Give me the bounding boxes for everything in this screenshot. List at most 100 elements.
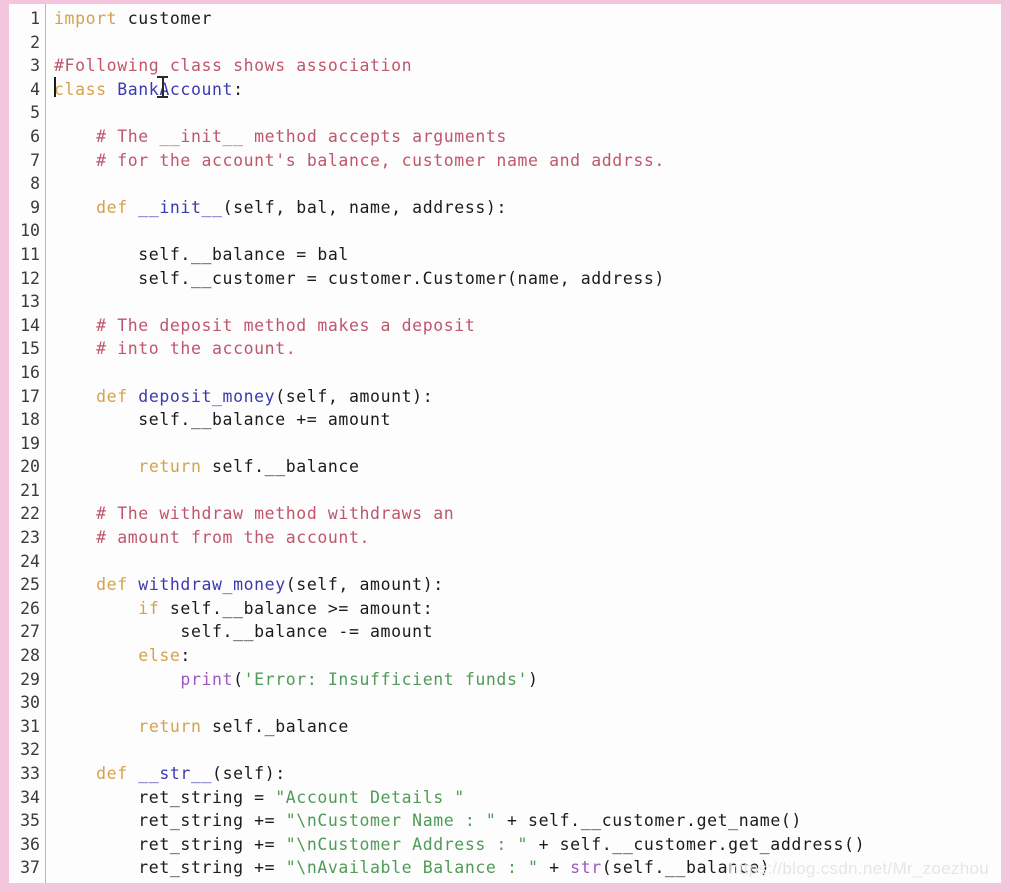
code-line[interactable]: import customer	[54, 7, 1001, 31]
line-number: 37	[20, 858, 40, 878]
code-line[interactable]: # The deposit method makes a deposit	[54, 314, 1001, 338]
code-token-k: def	[96, 575, 139, 595]
code-line[interactable]: print('Error: Insufficient funds')	[54, 668, 1001, 692]
code-line[interactable]	[54, 550, 1001, 574]
code-line[interactable]: self.__balance += amount	[54, 408, 1001, 432]
code-line[interactable]: def withdraw_money(self, amount):	[54, 573, 1001, 597]
line-number: 10	[20, 221, 40, 241]
code-line[interactable]: return ret_string	[54, 880, 1001, 892]
code-line[interactable]: ret_string += "\nCustomer Address : " + …	[54, 833, 1001, 857]
code-line[interactable]	[54, 290, 1001, 314]
line-number: 19	[20, 433, 40, 453]
line-number: 26	[20, 598, 40, 618]
code-token-pl: + self.__customer.get_name()	[496, 811, 802, 831]
code-line[interactable]	[54, 101, 1001, 125]
line-number: 27	[20, 622, 40, 642]
line-number: 31	[20, 716, 40, 736]
line-number: 21	[20, 480, 40, 500]
code-token-st: 'Error: Insufficient funds'	[243, 669, 529, 689]
code-line[interactable]: ret_string = "Account Details "	[54, 786, 1001, 810]
code-line[interactable]: self.__balance = bal	[54, 243, 1001, 267]
code-line[interactable]	[54, 432, 1001, 456]
code-line[interactable]: #Following class shows association	[54, 54, 1001, 78]
code-line[interactable]: def __str__(self):	[54, 762, 1001, 786]
code-line[interactable]: else:	[54, 644, 1001, 668]
code-line[interactable]	[54, 738, 1001, 762]
code-line[interactable]: # The withdraw method withdraws an	[54, 502, 1001, 526]
code-line[interactable]: def __init__(self, bal, name, address):	[54, 196, 1001, 220]
line-number: 5	[30, 103, 40, 123]
code-token-pl: ret_string +=	[54, 834, 286, 854]
code-token-pl: self.__balance += amount	[54, 410, 392, 430]
code-token-pl: :	[233, 79, 244, 99]
line-number: 12	[20, 268, 40, 288]
code-line[interactable]: self.__balance -= amount	[54, 620, 1001, 644]
line-number: 33	[20, 764, 40, 783]
code-token-pl: customer	[117, 9, 213, 28]
code-token-cm: # into the account.	[96, 339, 297, 359]
code-token-bi: str	[570, 858, 602, 878]
code-line[interactable]: self.__customer = customer.Customer(name…	[54, 267, 1001, 291]
code-token-k: def	[96, 386, 139, 406]
line-number: 18	[20, 410, 40, 430]
line-number: 2	[30, 32, 40, 52]
code-token-pl: self.__balance >= amount:	[159, 598, 434, 618]
code-line[interactable]: return self._balance	[54, 715, 1001, 739]
code-line[interactable]: # The __init__ method accepts arguments	[54, 125, 1001, 149]
line-number: 8	[30, 174, 40, 194]
line-number: 15	[20, 339, 40, 359]
code-line[interactable]	[54, 479, 1001, 503]
code-token-st: "\nCustomer Name : "	[285, 811, 497, 831]
code-token-cm: #Following class shows association	[54, 56, 413, 76]
line-number: 29	[20, 669, 40, 689]
code-line[interactable]: def deposit_money(self, amount):	[54, 385, 1001, 409]
code-line[interactable]	[54, 219, 1001, 243]
line-number: 1	[30, 9, 40, 28]
line-number: 9	[30, 197, 40, 217]
line-number: 16	[20, 362, 40, 382]
code-text-area[interactable]: import customer #Following class shows a…	[46, 4, 1001, 892]
line-number: 4	[30, 79, 40, 99]
code-token-pl: (self, bal, name, address):	[222, 197, 507, 217]
code-line[interactable]: return self.__balance	[54, 455, 1001, 479]
code-token-pl: (self):	[212, 764, 286, 783]
code-token-fn: __init__	[138, 197, 223, 217]
line-number: 17	[20, 386, 40, 406]
code-line[interactable]: if self.__balance >= amount:	[54, 597, 1001, 621]
line-number: 28	[20, 646, 40, 666]
code-line[interactable]	[54, 361, 1001, 385]
code-token-k: return	[138, 881, 202, 892]
code-line[interactable]	[54, 31, 1001, 55]
watermark-text: https://blog.csdn.net/Mr_zoezhou	[728, 859, 989, 878]
code-token-k: if	[138, 598, 160, 618]
code-token-pl: self._balance	[201, 716, 349, 736]
code-editor-surface[interactable]: 1 2 3 4 5 6 7 8 9 10 11 12 13 14 15 16 17 18 19 20 21 22 23 24 2…	[9, 4, 1001, 883]
code-line[interactable]	[54, 172, 1001, 196]
code-line[interactable]: class BankAccount:	[54, 78, 1001, 102]
code-line[interactable]: # for the account's balance, customer na…	[54, 149, 1001, 173]
code-line[interactable]: ret_string += "\nCustomer Name : " + sel…	[54, 809, 1001, 833]
code-token-k: return	[138, 457, 202, 477]
code-line[interactable]: # amount from the account.	[54, 526, 1001, 550]
code-line[interactable]	[54, 691, 1001, 715]
code-token-fn: __str__	[138, 764, 213, 783]
line-number: 34	[20, 787, 40, 807]
code-token-st: "\nCustomer Address : "	[285, 834, 529, 854]
code-token-pl: ret_string =	[54, 787, 276, 807]
code-line[interactable]: # into the account.	[54, 337, 1001, 361]
code-token-st: "Account Details "	[275, 787, 465, 807]
code-token-k: else	[138, 646, 181, 666]
code-token-pl: )	[528, 669, 539, 689]
code-token-pl: (self, amount):	[285, 575, 444, 595]
code-token-st: "\nAvailable Balance : "	[285, 858, 539, 878]
code-token-k: def	[96, 197, 139, 217]
code-token-pl: self.__balance	[201, 457, 360, 477]
